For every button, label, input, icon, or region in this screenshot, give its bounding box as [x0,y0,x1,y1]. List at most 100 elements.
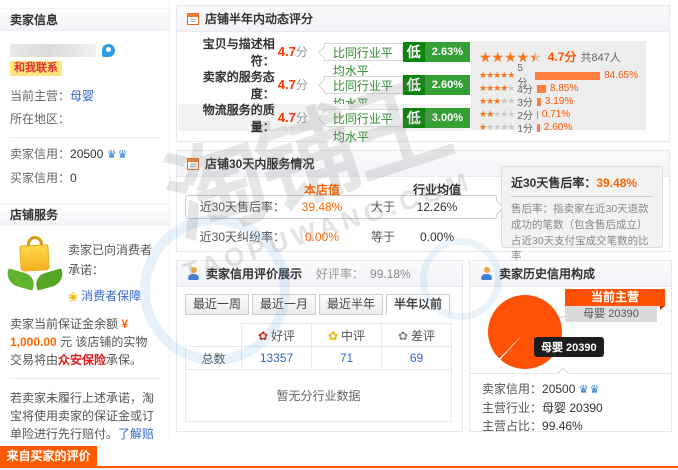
seller-name-row: 和我联系 [0,31,169,77]
compare-badge: 比同行业平均水平低2.63% [324,42,470,62]
rater-count: 共847人 [580,49,620,65]
service30-panel: 店铺30天内服务情况 本店值 行业均值 近30天售后率： 39.48% 大于 1… [176,150,670,252]
shop-service-header: 店铺服务 [0,203,169,226]
rating-panel-header: 卖家信用评价展示 好评率：99.18% [177,261,462,287]
service30-panel-title: 店铺30天内服务情况 [205,155,314,172]
service-promise-block: 卖家已向消费者承诺： ❀消费者保障 [0,226,169,307]
good-review-header: ✿好评 [242,324,312,347]
no-industry-data-text: 暂无分行业数据 [186,370,452,422]
dist-bar [535,72,600,80]
aftersale-detail-box: 近30天售后率：39.48% 售后率：指卖家在近30天退款成功的笔数（包含售后成… [501,166,663,248]
dist-row-4: ★★★★★★★★★★ 4分 8.85% [479,82,638,95]
stars-icon: ★★★★★★★★★★ [479,50,542,64]
deposit-suffix: 元 [60,335,72,349]
rating-table-total-row: 总数 13357 71 69 [186,347,452,370]
seller-info-page: 淘铺王 TAOPUWANG.COM 卖家信息 和我联系 当前主营：母婴 所在地区… [0,0,678,470]
rating-table-header: ✿好评 ✿中评 ✿差评 [186,324,452,347]
dist-row-1: ★★★★★★★★★★ 1分 2.60% [479,121,638,134]
dist-row-3: ★★★★★★★★★★ 3分 3.19% [479,95,638,108]
dist-bar [537,111,538,119]
dsr-row-logistics: 物流服务的质量： 4.7分 比同行业平均水平低3.00% [178,104,470,131]
bad-review-header: ✿差评 [382,324,452,347]
star-summary-box: ★★★★★★★★★★ 4.7分 共847人 ★★★★★★★★★★ 5分 84.6… [471,41,646,130]
dist-bar [537,85,546,93]
calendar-icon [187,158,199,170]
stars-icon: ★★★★★★★★★★ [479,110,514,119]
avg-score: 4.7分 [548,48,577,65]
neutral-review-header: ✿中评 [312,324,382,347]
tab-last-half-year[interactable]: 最近半年 [319,294,383,315]
deposit-prefix: 卖家当前保证金余额 [10,317,118,331]
good-review-icon: ✿ [258,329,268,343]
seller-credit-row: 卖家信用：20500 ♛♛ [0,140,169,164]
sidebar: 卖家信息 和我联系 当前主营：母婴 所在地区： 卖家信用：20500 ♛♛ 买家… [0,0,170,441]
avg-star-line: ★★★★★★★★★★ 4.7分 共847人 [479,48,638,65]
aftersale-rate-row: 近30天售后率： 39.48% 大于 12.26% [177,195,497,219]
stars-icon: ★★★★★★★★★★ [479,123,514,132]
neutral-count-link[interactable]: 71 [312,347,382,370]
seller-name-blurred [10,44,96,57]
main-category-label: 当前主营： [10,89,70,103]
crown-icons: ♛♛ [107,149,129,161]
promise-label: 卖家已向消费者承诺： [68,240,163,280]
buyer-credit-row: 买家信用：0 [0,164,169,187]
seller-credit-value: 20500 [70,147,103,161]
hands-bag-icon [8,234,62,290]
good-rate-label: 好评率： [316,265,364,282]
compare-badge: 比同行业平均水平低3.00% [324,108,470,128]
dist-row-2: ★★★★★★★★★★ 2分 0.71% [479,108,638,121]
pie-tooltip: 母婴 20390 [534,337,604,357]
stars-icon: ★★★★★★★★★★ [479,71,514,80]
star-distribution: ★★★★★★★★★★ 5分 84.65% ★★★★★★★★★★ 4分 8.85%… [479,69,638,134]
history-industry-row: 主营行业：母婴 20390 [482,399,603,417]
tab-last-week[interactable]: 最近一周 [185,294,249,315]
user-icon [187,267,200,280]
good-count-link[interactable]: 13357 [242,347,312,370]
history-info-rows: 卖家信用：20500 ♛♛ 主营行业：母婴 20390 主营占比：99.46% [482,380,603,435]
user-icon [480,267,493,280]
dsr-row-service: 卖家的服务态度： 4.7分 比同行业平均水平低2.60% [178,71,470,98]
guarantee-flower-icon: ❀ [68,290,78,304]
rating-tabs: 最近一周 最近一月 最近半年 半年以前 [185,294,450,315]
calendar-icon [187,13,199,25]
rating-panel: 卖家信用评价展示 好评率：99.18% 最近一周 最近一月 最近半年 半年以前 … [176,260,463,432]
history-credit-row: 卖家信用：20500 ♛♛ [482,380,603,399]
dist-bar [537,98,541,106]
contact-me-badge[interactable]: 和我联系 [10,61,62,76]
history-panel: 卖家历史信用构成 当前主营 母婴 20390 母婴 20390 卖家信用：205… [469,260,672,432]
dsr-panel-title: 店铺半年内动态评分 [205,10,313,27]
detail-title: 近30天售后率：39.48% [511,174,653,191]
buyer-credit-label: 买家信用： [10,171,70,185]
current-main-ribbon: 当前主营 [565,289,665,306]
history-share-row: 主营占比：99.46% [482,417,603,435]
tab-last-month[interactable]: 最近一月 [252,294,316,315]
dist-row-5: ★★★★★★★★★★ 5分 84.65% [479,69,638,82]
buyer-reviews-tab[interactable]: 来自买家的评价 [0,446,97,467]
consumer-guarantee-link[interactable]: 消费者保障 [81,289,141,303]
stars-icon: ★★★★★★★★★★ [479,97,514,106]
main-category-link[interactable]: 母婴 [70,89,94,103]
dsr-row-description: 宝贝与描述相符： 4.7分 比同行业平均水平低2.63% [178,38,470,65]
insure-suffix: 承保。 [106,353,142,367]
divider [10,378,159,379]
detail-description: 售后率：指卖家在近30天退款成功的笔数（包含售后成立）占近30天支付宝成交笔数的… [511,202,653,265]
main-category-row: 当前主营：母婴 [0,77,169,105]
bad-review-icon: ✿ [398,329,408,343]
deposit-paragraph: 卖家当前保证金余额 ¥ 1,000.00 元 该店铺的实物交易将由众安保险承保。 [0,307,169,369]
insurer-name: 众安保险 [58,353,106,367]
stars-icon: ★★★★★★★★★★ [479,84,514,93]
total-label: 总数 [186,347,242,370]
tab-before-half-year[interactable]: 半年以前 [386,294,450,315]
divider [10,137,159,138]
dsr-panel: 店铺半年内动态评分 宝贝与描述相符： 4.7分 比同行业平均水平低2.63% 卖… [176,5,670,142]
divider-with-notch [470,373,671,374]
dist-bar [537,124,540,132]
history-panel-header: 卖家历史信用构成 [470,261,671,287]
wangwang-icon[interactable] [102,44,115,57]
bad-count-link[interactable]: 69 [382,347,452,370]
region-row: 所在地区： [0,105,169,128]
credit-pie-chart[interactable] [488,295,562,369]
history-panel-title: 卖家历史信用构成 [499,265,595,282]
good-rate-value: 99.18% [370,267,411,281]
dsr-panel-header: 店铺半年内动态评分 [177,6,669,32]
